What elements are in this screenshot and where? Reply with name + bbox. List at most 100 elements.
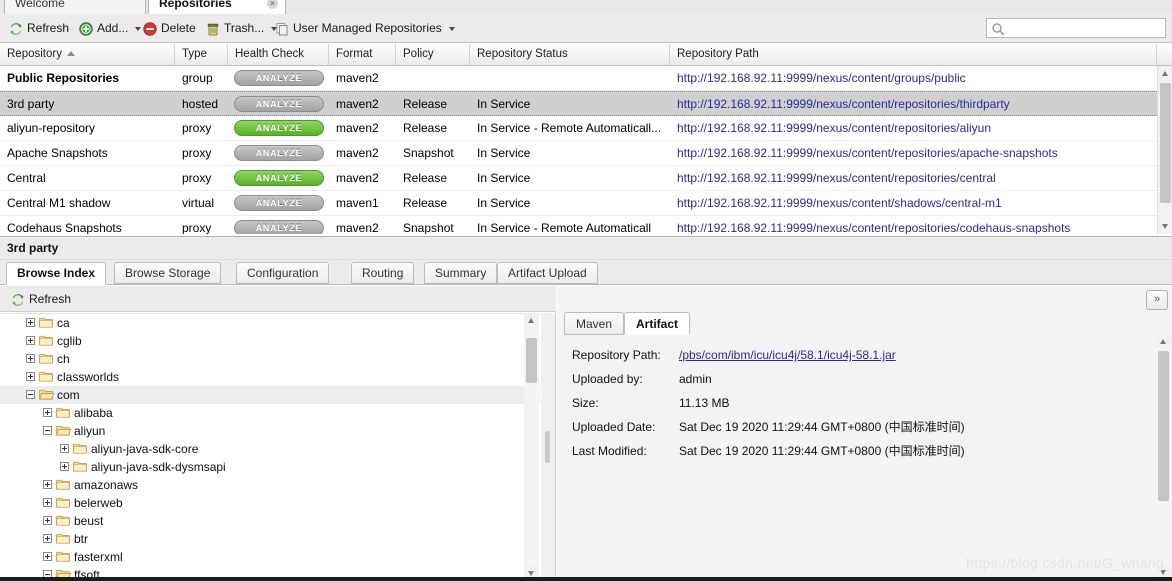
tree-node[interactable]: ch [0, 350, 540, 368]
tree-node[interactable]: ca [0, 314, 540, 332]
scroll-thumb[interactable] [1158, 351, 1169, 501]
grid-column-header[interactable]: Policy [396, 44, 470, 65]
artifact-scrollbar[interactable] [1156, 334, 1171, 580]
tree-node[interactable]: belerweb [0, 494, 540, 512]
expand-node-icon[interactable] [60, 444, 69, 453]
tab-browse-storage[interactable]: Browse Storage [114, 262, 222, 284]
table-row[interactable]: aliyun-repository proxy ANALYZE maven2 Relea… [0, 116, 1157, 141]
cell-policy: Snapshot [403, 146, 454, 160]
folder-icon [56, 496, 71, 509]
expand-node-icon[interactable] [43, 480, 52, 489]
table-row[interactable]: 3rd party hosted ANALYZE maven2 Release In Se… [0, 91, 1157, 116]
cell-repository: aliyun-repository [7, 121, 96, 135]
analyze-button[interactable]: ANALYZE [234, 145, 324, 161]
table-row[interactable]: Apache Snapshots proxy ANALYZE maven2 Snapsh… [0, 141, 1157, 166]
analyze-button[interactable]: ANALYZE [234, 220, 324, 234]
tab-browse-index[interactable]: Browse Index [6, 262, 107, 285]
search-box[interactable] [986, 18, 1166, 39]
expand-node-icon[interactable] [26, 372, 35, 381]
tree-node[interactable]: classworlds [0, 368, 540, 386]
user-managed-repositories-button[interactable]: User Managed Repositories [272, 19, 458, 38]
expand-node-icon[interactable] [43, 498, 52, 507]
scroll-up-icon[interactable] [1158, 66, 1172, 81]
scroll-up-icon[interactable] [1156, 334, 1171, 349]
tree-node[interactable]: fasterxml [0, 548, 540, 566]
grid-column-header[interactable]: Type [175, 44, 228, 65]
expand-node-icon[interactable] [26, 354, 35, 363]
tree-node-label: ca [57, 316, 70, 330]
delete-button-label: Delete [161, 21, 196, 35]
table-row[interactable]: Public Repositories group ANALYZE maven2 htt… [0, 66, 1157, 91]
table-row[interactable]: Central M1 shadow virtual ANALYZE maven1 Rel… [0, 191, 1157, 216]
nexus-repository-manager: Welcome Repositories × Refresh Add... De… [0, 0, 1172, 581]
tree-node[interactable]: aliyun-java-sdk-core [0, 440, 540, 458]
window-tab-welcome-label: Welcome [15, 0, 65, 10]
collapse-node-icon[interactable] [43, 426, 52, 435]
grid-column-header[interactable]: Repository Path [670, 44, 1157, 65]
expand-node-icon[interactable] [60, 462, 69, 471]
repository-grid-scrollbar[interactable] [1157, 66, 1172, 234]
folder-icon [56, 532, 71, 545]
table-row[interactable]: Codehaus Snapshots proxy ANALYZE maven2 Snap… [0, 216, 1157, 234]
tree-refresh-label: Refresh [29, 292, 72, 306]
artifact-field-value: 11.13 MB [679, 396, 730, 410]
tree-node-label: classworlds [57, 370, 120, 384]
tree-node[interactable]: cglib [0, 332, 540, 350]
panel-splitter[interactable] [541, 313, 555, 581]
close-icon[interactable]: × [267, 0, 278, 9]
artifact-tab-artifact[interactable]: Artifact [624, 312, 691, 335]
grid-column-header[interactable]: Health Check [228, 44, 329, 65]
tree-refresh-button[interactable]: Refresh [8, 290, 74, 309]
tree-node[interactable]: beust [0, 512, 540, 530]
scroll-thumb[interactable] [1160, 83, 1171, 203]
analyze-button[interactable]: ANALYZE [234, 170, 324, 186]
expand-node-icon[interactable] [43, 552, 52, 561]
collapse-node-icon[interactable] [26, 390, 35, 399]
tree-node[interactable]: btr [0, 530, 540, 548]
chevron-down-icon[interactable] [448, 26, 455, 31]
folder-icon [39, 316, 54, 329]
tree-scrollbar[interactable] [524, 313, 539, 581]
tab-summary[interactable]: Summary [424, 262, 498, 284]
refresh-button[interactable]: Refresh [6, 19, 72, 38]
scroll-down-icon[interactable] [1158, 219, 1172, 234]
delete-button[interactable]: Delete [140, 19, 199, 38]
artifact-field-key: Size: [572, 396, 599, 410]
splitter-grip-icon[interactable] [545, 431, 550, 463]
expand-panel-button[interactable]: » [1146, 290, 1168, 310]
expand-node-icon[interactable] [26, 318, 35, 327]
grid-column-header[interactable]: Repository [0, 44, 175, 65]
cell-status: In Service [477, 97, 531, 111]
analyze-button[interactable]: ANALYZE [234, 120, 324, 136]
expand-node-icon[interactable] [43, 534, 52, 543]
search-input[interactable] [1009, 19, 1165, 39]
window-tab-repositories[interactable]: Repositories × [148, 0, 286, 14]
tree-node-label: fasterxml [74, 550, 123, 564]
window-tab-welcome[interactable]: Welcome [4, 0, 146, 14]
tree-node[interactable]: alibaba [0, 404, 540, 422]
analyze-button[interactable]: ANALYZE [234, 195, 324, 211]
analyze-button[interactable]: ANALYZE [234, 96, 324, 112]
grid-column-header[interactable]: Repository Status [470, 44, 670, 65]
tab-routing[interactable]: Routing [351, 262, 415, 284]
table-row[interactable]: Central proxy ANALYZE maven2 Release In Servi… [0, 166, 1157, 191]
trash-button[interactable]: Trash... [203, 19, 280, 38]
sort-ascending-icon [66, 51, 75, 57]
tab-configuration[interactable]: Configuration [236, 262, 330, 284]
grid-column-header[interactable]: Format [329, 44, 396, 65]
tab-artifact-upload[interactable]: Artifact Upload [497, 262, 598, 284]
artifact-field-value[interactable]: /pbs/com/ibm/icu/icu4j/58.1/icu4j-58.1.j… [679, 346, 896, 364]
tree-node[interactable]: aliyun-java-sdk-dysmsapi [0, 458, 540, 476]
scroll-thumb[interactable] [526, 338, 537, 383]
tree-node[interactable]: aliyun [0, 422, 540, 440]
expand-node-icon[interactable] [26, 336, 35, 345]
add-button[interactable]: Add... [76, 19, 144, 38]
scroll-up-icon[interactable] [524, 313, 539, 328]
tree-node[interactable]: amazonaws [0, 476, 540, 494]
folder-icon [73, 460, 88, 473]
analyze-button[interactable]: ANALYZE [234, 70, 324, 86]
tree-node[interactable]: com [0, 386, 540, 404]
expand-node-icon[interactable] [43, 516, 52, 525]
artifact-tab-maven[interactable]: Maven [564, 312, 625, 335]
expand-node-icon[interactable] [43, 408, 52, 417]
